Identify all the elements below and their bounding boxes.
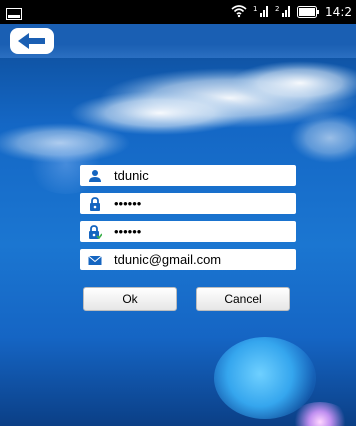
app-screen: 1 2 14:2 tdunic •••••• •••••• tdunic@gma… — [0, 0, 356, 426]
status-bar: 1 2 14:2 — [0, 0, 356, 24]
lock-check-icon — [80, 221, 110, 242]
screenshot-notification-icon — [6, 5, 22, 20]
confirm-password-value: •••••• — [114, 224, 142, 239]
username-value: tdunic — [114, 168, 149, 183]
lock-icon — [80, 193, 110, 214]
header-bar — [0, 24, 356, 58]
status-time: 14:2 — [325, 5, 352, 19]
battery-icon — [297, 3, 320, 22]
registration-view: tdunic •••••• •••••• tdunic@gmail.com Ok… — [0, 24, 356, 426]
password-field[interactable]: •••••• — [80, 193, 296, 214]
confirm-password-field[interactable]: •••••• — [80, 221, 296, 242]
envelope-icon — [80, 249, 110, 270]
username-field[interactable]: tdunic — [80, 165, 296, 186]
signal-sim2-icon: 2 — [275, 3, 291, 22]
back-button[interactable] — [10, 28, 54, 54]
email-value: tdunic@gmail.com — [114, 252, 222, 267]
cancel-button[interactable]: Cancel — [196, 287, 290, 311]
registration-form: tdunic •••••• •••••• tdunic@gmail.com Ok… — [80, 165, 296, 311]
password-value: •••••• — [114, 196, 142, 211]
form-actions: Ok Cancel — [80, 287, 296, 311]
svg-text:1: 1 — [253, 5, 257, 13]
ok-button[interactable]: Ok — [83, 287, 177, 311]
svg-text:2: 2 — [275, 5, 279, 13]
signal-sim1-icon: 1 — [253, 3, 269, 22]
user-icon — [80, 165, 110, 186]
wifi-icon — [231, 3, 247, 22]
email-field[interactable]: tdunic@gmail.com — [80, 249, 296, 270]
back-arrow-icon — [17, 32, 47, 50]
